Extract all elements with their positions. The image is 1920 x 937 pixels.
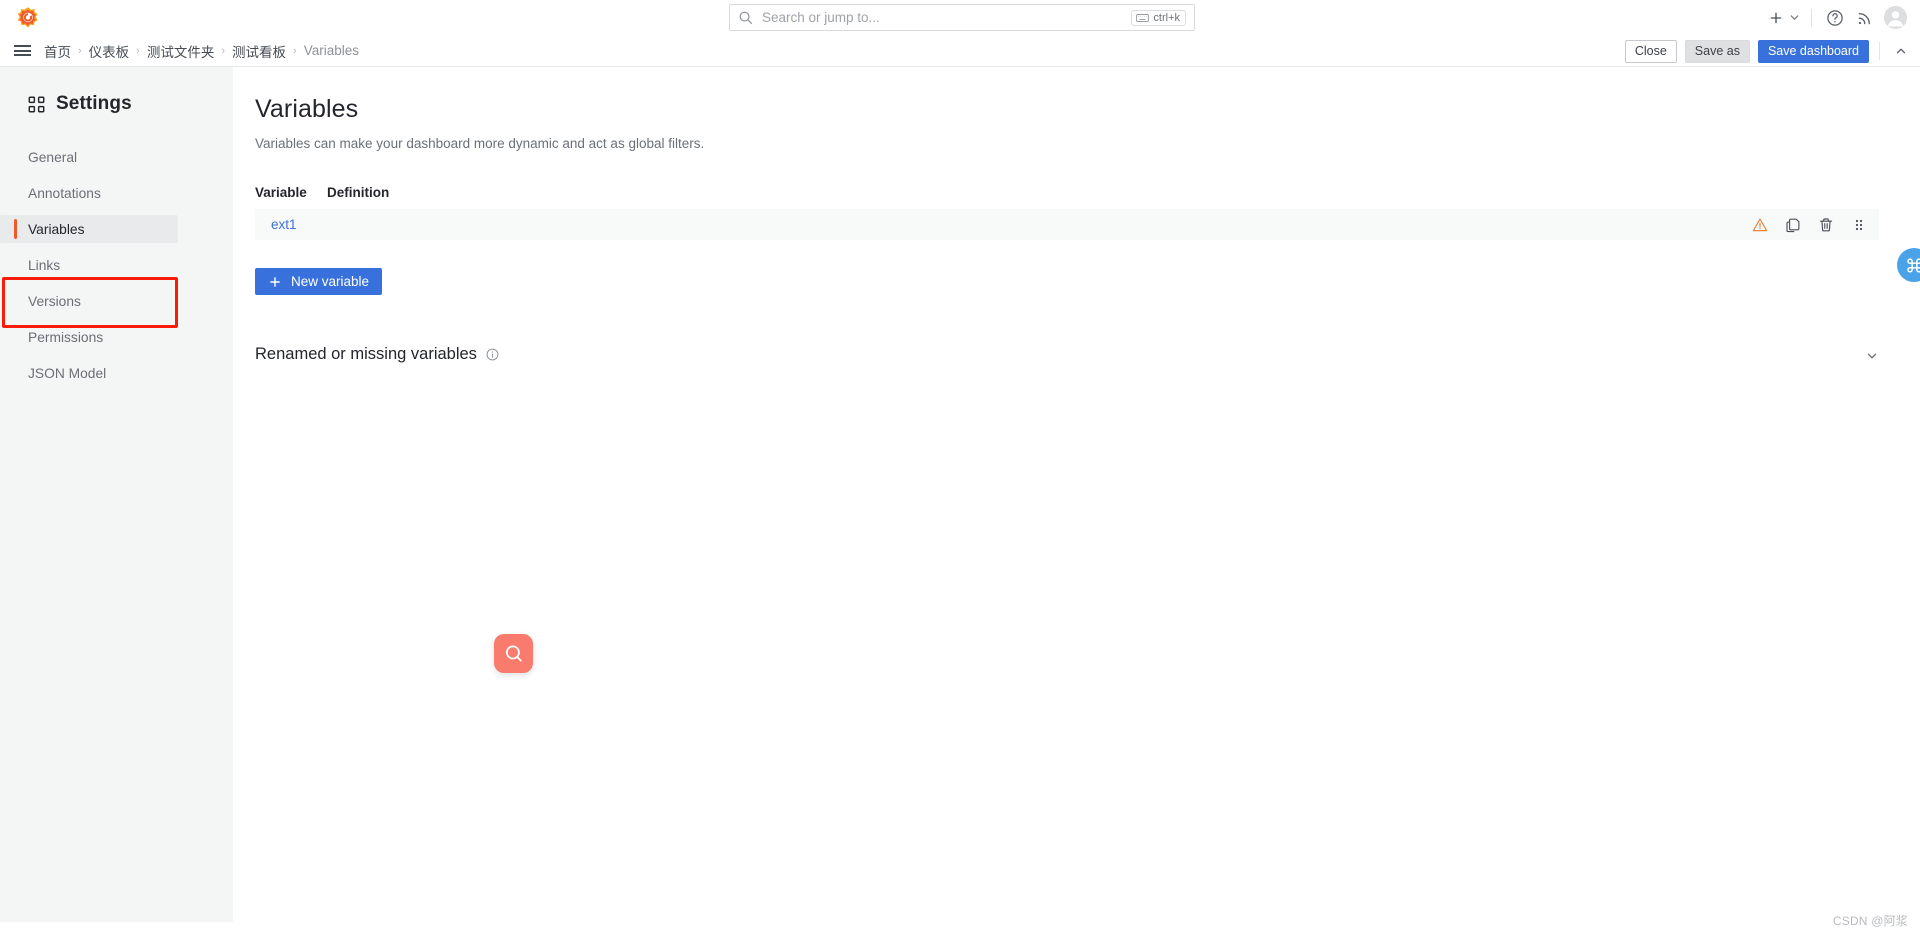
variable-name-link[interactable]: ext1 — [271, 217, 297, 232]
sidebar-item-variables[interactable]: Variables — [0, 215, 178, 243]
action-divider — [1879, 42, 1880, 60]
page-title: Variables — [255, 95, 359, 123]
sidebar-item-label: JSON Model — [28, 365, 107, 381]
top-navigation-bar: Search or jump to... ctrl+k — [0, 0, 1920, 35]
column-header-variable: Variable — [255, 184, 307, 200]
page-description: Variables can make your dashboard more d… — [255, 136, 705, 151]
topbar-action-group — [1766, 0, 1910, 35]
sidebar-item-general[interactable]: General — [0, 143, 233, 171]
renamed-section-title: Renamed or missing variables — [255, 345, 477, 363]
topbar-divider — [1811, 8, 1812, 27]
close-button[interactable]: Close — [1624, 39, 1677, 63]
sidebar-item-versions[interactable]: Versions — [0, 287, 233, 315]
breadcrumb-separator: › — [78, 44, 82, 57]
dashboard-action-buttons: Close Save as Save dashboard — [1624, 35, 1912, 67]
hamburger-menu-icon[interactable] — [0, 35, 44, 67]
breadcrumb: 首页 › 仪表板 › 测试文件夹 › 测试看板 › Variables — [44, 41, 359, 61]
chevron-up-icon — [1896, 48, 1906, 54]
table-header-row: Variable Definition — [255, 179, 1879, 205]
keyboard-icon — [1136, 13, 1150, 22]
save-as-button[interactable]: Save as — [1684, 39, 1750, 63]
new-variable-button[interactable]: New variable — [255, 268, 383, 295]
settings-header: Settings — [0, 93, 233, 115]
table-row[interactable]: ext1 — [255, 209, 1879, 240]
chevron-down-icon[interactable] — [1865, 349, 1879, 363]
rss-feed-icon — [1858, 12, 1870, 24]
search-icon — [739, 11, 753, 25]
apps-grid-icon — [28, 96, 45, 112]
breadcrumb-separator: › — [293, 44, 297, 57]
breadcrumb-action-bar: 首页 › 仪表板 › 测试文件夹 › 测试看板 › Variables Clos… — [0, 35, 1920, 67]
floating-search-widget[interactable] — [494, 634, 533, 673]
user-avatar-button[interactable] — [1880, 3, 1910, 33]
search-input[interactable]: Search or jump to... ctrl+k — [729, 4, 1195, 31]
help-button[interactable] — [1820, 3, 1850, 33]
sidebar-item-annotations[interactable]: Annotations — [0, 179, 233, 207]
breadcrumb-separator: › — [136, 44, 140, 57]
sidebar-item-label: Variables — [28, 221, 85, 237]
grafana-dashboard-settings-page: Search or jump to... ctrl+k 首页 › 仪表板 › 测… — [0, 0, 1920, 937]
sidebar-item-label: Versions — [28, 293, 81, 309]
breadcrumb-item-variables: Variables — [303, 43, 359, 58]
search-circle-icon — [505, 645, 522, 661]
breadcrumb-item-dashboards[interactable]: 仪表板 — [89, 41, 130, 61]
search-shortcut-badge: ctrl+k — [1131, 9, 1186, 26]
warning-triangle-icon[interactable] — [1752, 217, 1768, 233]
search-shortcut-text: ctrl+k — [1153, 11, 1180, 24]
breadcrumb-item-home[interactable]: 首页 — [44, 41, 71, 61]
sidebar-item-label: Permissions — [28, 329, 104, 345]
chevron-down-icon — [1790, 15, 1799, 20]
column-header-definition: Definition — [327, 184, 390, 200]
sidebar-item-permissions[interactable]: Permissions — [0, 323, 233, 351]
add-new-button[interactable] — [1766, 10, 1803, 26]
search-placeholder-text: Search or jump to... — [762, 10, 880, 25]
grafana-logo-icon — [17, 6, 38, 28]
info-circle-icon[interactable] — [486, 348, 499, 361]
avatar — [1883, 6, 1907, 29]
renamed-missing-variables-section[interactable]: Renamed or missing variables — [255, 345, 1879, 364]
save-dashboard-button[interactable]: Save dashboard — [1757, 39, 1869, 63]
bottom-strip — [0, 922, 1920, 937]
watermark: CSDN @阿浆 — [1832, 914, 1908, 928]
settings-sidebar: Settings General Annotations Variables L… — [0, 67, 233, 937]
grafana-logo-button[interactable] — [0, 0, 56, 35]
drag-handle-icon[interactable] — [1851, 217, 1867, 233]
breadcrumb-item-folder[interactable]: 测试文件夹 — [147, 41, 215, 61]
sidebar-item-label: Annotations — [28, 185, 101, 201]
settings-title: Settings — [56, 93, 132, 114]
duplicate-icon[interactable] — [1785, 217, 1801, 233]
plus-icon — [1770, 12, 1782, 23]
collapse-toolbar-button[interactable] — [1890, 39, 1912, 63]
settings-nav-list: General Annotations Variables Links Vers… — [0, 143, 233, 387]
news-button[interactable] — [1850, 3, 1880, 33]
sidebar-item-json-model[interactable]: JSON Model — [0, 359, 233, 387]
variables-content-panel: Variables Variables can make your dashbo… — [233, 67, 1920, 922]
command-keyboard-icon — [1906, 257, 1920, 273]
sidebar-item-label: Links — [28, 257, 61, 273]
sidebar-item-links[interactable]: Links — [0, 251, 233, 279]
help-circle-icon — [1827, 9, 1843, 26]
variables-table: Variable Definition ext1 — [255, 179, 1879, 240]
row-action-group — [1752, 217, 1867, 233]
new-variable-label: New variable — [291, 274, 370, 289]
sidebar-item-label: General — [28, 149, 78, 165]
trash-icon[interactable] — [1818, 217, 1834, 233]
plus-icon — [270, 276, 280, 287]
breadcrumb-item-dashboard[interactable]: 测试看板 — [232, 41, 286, 61]
breadcrumb-separator: › — [221, 44, 226, 57]
